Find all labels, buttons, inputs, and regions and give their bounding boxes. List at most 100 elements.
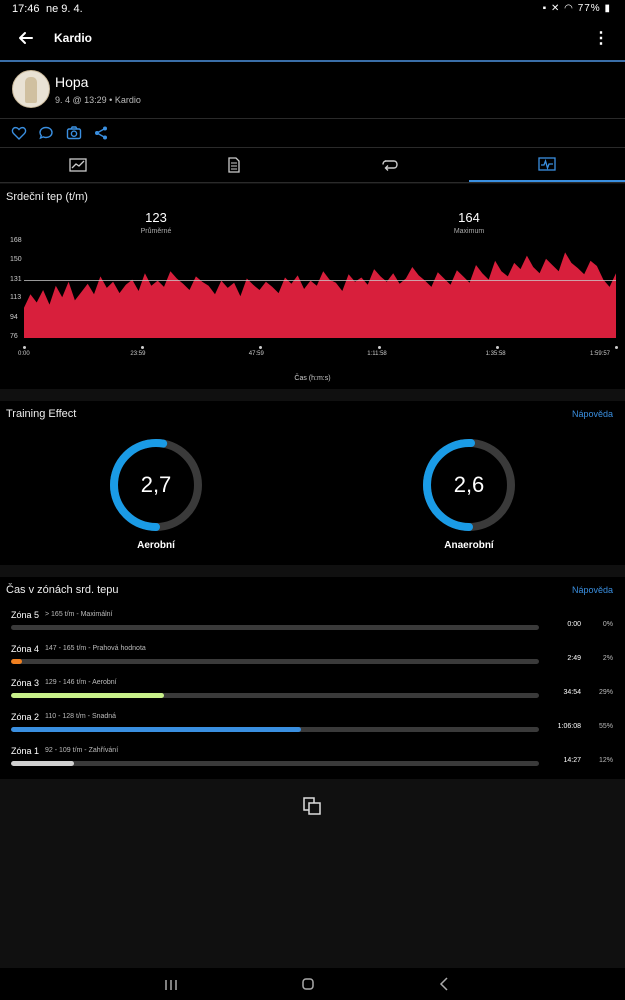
zone-row: Zóna 4 147 - 165 t/m - Prahová hodnota 2…	[0, 644, 625, 674]
y-tick-label: 76	[10, 333, 18, 340]
zone-bar-fill	[11, 727, 302, 732]
zone-bar-fill	[11, 659, 22, 664]
tab-overview[interactable]	[0, 148, 156, 182]
zone-bar-track	[11, 659, 539, 664]
y-tick-label: 113	[10, 294, 22, 302]
y-tick-label: 150	[10, 255, 22, 263]
social-actions	[0, 119, 625, 148]
x-tick-label: 0:00	[18, 351, 30, 357]
x-tick-mark	[140, 346, 144, 349]
x-tick-label: 1:35:58	[485, 351, 506, 357]
zone-name: Zóna 4	[11, 644, 40, 654]
activity-header: Hopa 9. 4 @ 13:29 • Kardio	[0, 62, 625, 119]
x-tick-label: 1:59:57	[590, 351, 611, 357]
zone-row: Zóna 1 92 - 109 t/m - Zahřívání 14:27 12…	[0, 746, 625, 776]
battery-icon: ▮	[604, 3, 611, 14]
status-bar: 17:46 ne 9. 4. ▪ ✕ ◠ 77% ▮	[0, 0, 625, 18]
mute-icon: ✕	[551, 3, 561, 14]
notification-icon: ▪	[542, 3, 548, 14]
zone-percent: 55%	[598, 723, 613, 730]
zone-row: Zóna 3 129 - 146 t/m - Aerobní 34:54 29%	[0, 678, 625, 708]
x-axis-label: Čas (h:m:s)	[294, 375, 331, 382]
y-tick-label: 94	[10, 314, 18, 322]
status-date: ne 9. 4.	[46, 3, 83, 15]
back-arrow-icon[interactable]	[16, 28, 36, 48]
zone-time: 34:54	[563, 689, 581, 696]
wifi-icon: ◠	[564, 3, 574, 14]
zone-bar-fill	[11, 693, 165, 698]
x-tick-mark	[377, 346, 381, 349]
system-nav-bar	[0, 968, 625, 1000]
aerobic-label: Aerobní	[137, 540, 175, 551]
comment-icon[interactable]	[38, 125, 54, 141]
share-icon[interactable]	[93, 125, 109, 141]
like-heart-icon[interactable]	[11, 125, 27, 141]
x-tick-mark	[496, 346, 500, 349]
back-nav-icon[interactable]	[439, 977, 449, 996]
x-tick-label: 23:59	[130, 351, 146, 357]
training-effect-help-link[interactable]: Nápověda	[572, 409, 613, 419]
zone-time: 0:00	[567, 621, 581, 628]
laps-loop-icon	[382, 160, 398, 171]
heart-rate-card: Srdeční tep (t/m) 123 Průměrné 164 Maxim…	[0, 184, 625, 389]
average-hr-value: 123	[145, 210, 167, 225]
zone-time: 1:06:08	[557, 723, 581, 730]
x-tick-mark	[259, 346, 263, 349]
hr-zones-card: Čas v zónách srd. tepu Nápověda Zóna 5 >…	[0, 577, 625, 779]
zone-bar-track	[11, 761, 539, 766]
aerobic-value: 2,7	[140, 472, 172, 497]
app-bar: Kardio ⋮	[0, 18, 625, 62]
zone-bar-track	[11, 625, 539, 630]
overview-chart-icon	[69, 158, 87, 172]
battery-level: 77%	[577, 3, 601, 14]
recent-apps-icon[interactable]	[164, 978, 178, 996]
heart-rate-title: Srdeční tep (t/m)	[6, 191, 88, 203]
zone-description: 147 - 165 t/m - Prahová hodnota	[45, 645, 146, 652]
home-icon[interactable]	[301, 977, 315, 996]
x-tick-label: 1:11:58	[367, 351, 387, 357]
max-hr-label: Maximum	[453, 228, 485, 235]
x-tick-mark	[614, 346, 618, 349]
more-menu-icon[interactable]: ⋮	[593, 28, 609, 48]
camera-icon[interactable]	[66, 125, 82, 141]
zone-time: 14:27	[563, 757, 581, 764]
zone-percent: 0%	[602, 621, 613, 628]
x-tick-label: 47:59	[248, 351, 264, 357]
zone-description: 129 - 146 t/m - Aerobní	[45, 679, 117, 686]
zone-bar-track	[11, 727, 539, 732]
status-icons: ▪ ✕ ◠ 77% ▮	[543, 3, 611, 14]
heart-rate-chart	[24, 252, 616, 338]
average-hr-label: Průměrné	[140, 228, 172, 235]
tab-charts[interactable]	[469, 148, 625, 182]
heart-rate-area	[24, 252, 616, 338]
zone-percent: 2%	[602, 655, 613, 662]
zone-name: Zóna 5	[11, 610, 40, 620]
zone-bar-track	[11, 693, 539, 698]
tab-details[interactable]	[156, 148, 312, 182]
x-tick-mark	[22, 346, 26, 349]
hr-zones-help-link[interactable]: Nápověda	[572, 585, 613, 595]
zone-percent: 12%	[598, 757, 613, 764]
zone-bar-fill	[11, 761, 75, 766]
anaerobic-label: Anaerobní	[444, 540, 494, 551]
tab-laps[interactable]	[312, 148, 468, 182]
zone-name: Zóna 2	[11, 712, 40, 722]
y-tick-label: 168	[10, 237, 22, 244]
hr-zones-title: Čas v zónách srd. tepu	[6, 584, 119, 596]
avatar[interactable]	[12, 70, 50, 108]
activity-name: Hopa	[55, 74, 89, 90]
page-title: Kardio	[54, 31, 93, 45]
tab-bar	[0, 148, 625, 183]
document-icon	[228, 157, 240, 173]
copy-pages-icon[interactable]	[302, 796, 322, 816]
zone-description: 110 - 128 t/m - Snadná	[45, 713, 117, 720]
training-effect-title: Training Effect	[6, 408, 77, 420]
status-time: 17:46	[12, 3, 40, 15]
zone-name: Zóna 1	[11, 746, 40, 756]
zone-percent: 29%	[598, 689, 613, 696]
zone-description: 92 - 109 t/m - Zahřívání	[45, 747, 119, 754]
zone-row: Zóna 5 > 165 t/m - Maximální 0:00 0%	[0, 610, 625, 640]
zone-description: > 165 t/m - Maximální	[45, 611, 113, 618]
max-hr-value: 164	[458, 210, 480, 225]
heart-rate-chart-icon	[538, 157, 556, 171]
